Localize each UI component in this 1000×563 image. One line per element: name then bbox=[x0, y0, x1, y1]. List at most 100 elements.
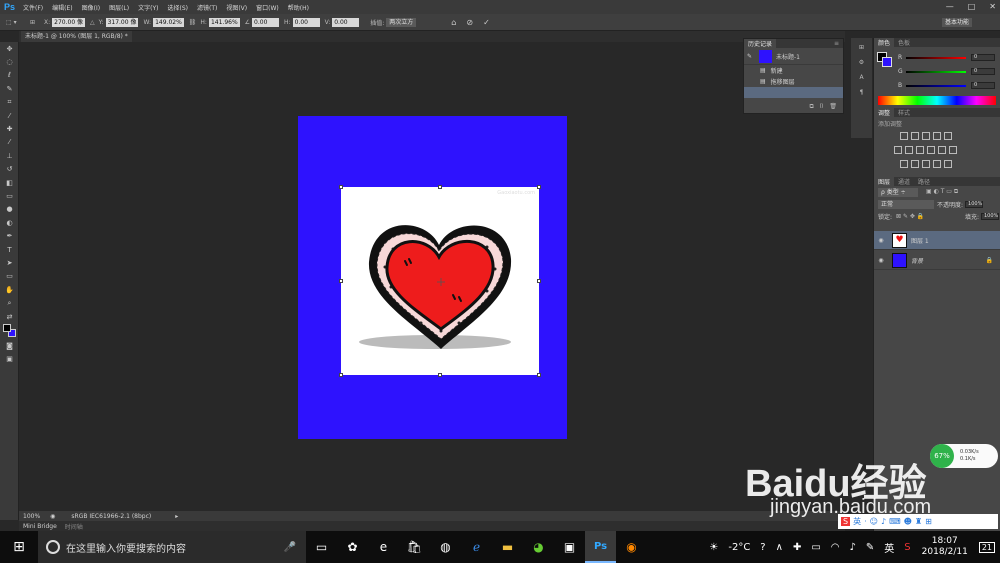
document-tab[interactable]: 未标题-1 @ 100% (图层 1, RGB/8) * bbox=[21, 31, 132, 42]
browser-app-icon[interactable]: ◍ bbox=[430, 531, 461, 563]
menu-edit[interactable]: 编辑(E) bbox=[52, 3, 72, 12]
file-explorer-icon[interactable]: ▬ bbox=[492, 531, 523, 563]
ime-indicator[interactable]: 英 bbox=[884, 540, 894, 555]
transform-handle[interactable] bbox=[537, 373, 541, 377]
lock-icons[interactable]: ⊠ ✎ ✥ 🔒 bbox=[896, 213, 924, 220]
ime-tools-icon[interactable]: ⊞ bbox=[925, 517, 932, 526]
blur-tool-icon[interactable]: ● bbox=[0, 203, 19, 216]
paragraph-panel-icon[interactable]: ¶ bbox=[851, 89, 872, 96]
tab-styles[interactable]: 样式 bbox=[894, 108, 914, 117]
history-snapshot[interactable]: ✎ 未标题-1 bbox=[744, 48, 843, 65]
ime-voice-icon[interactable]: ♪ bbox=[881, 517, 886, 526]
history-panel-icon[interactable]: ⊞ bbox=[851, 44, 872, 51]
zoom-level[interactable]: 100% bbox=[23, 513, 40, 520]
filter-type-select[interactable]: ρ 类型 ÷ bbox=[878, 187, 918, 197]
delta-icon[interactable]: △ bbox=[90, 19, 95, 26]
character-panel-icon[interactable]: A bbox=[851, 74, 872, 81]
commit-transform-icon[interactable]: ✓ bbox=[483, 18, 490, 27]
new-document-icon[interactable]: ⧉ bbox=[809, 103, 813, 111]
cancel-transform-icon[interactable]: ⊘ bbox=[466, 18, 473, 27]
sogou-tray-icon[interactable]: S bbox=[904, 542, 910, 553]
opacity-field[interactable]: 100% bbox=[965, 200, 984, 208]
menu-filter[interactable]: 滤镜(T) bbox=[197, 3, 217, 12]
width-field[interactable]: 149.02% bbox=[153, 17, 184, 27]
transform-handle[interactable] bbox=[339, 185, 343, 189]
sogou-logo-icon[interactable]: S bbox=[841, 517, 851, 526]
visibility-eye-icon[interactable]: ◉ bbox=[874, 237, 888, 244]
hskew-field[interactable]: 0.00 bbox=[292, 17, 320, 27]
layer-1-image[interactable]: Gaoxiaotu.com bbox=[339, 185, 541, 377]
angle-field[interactable]: 0.00 bbox=[252, 17, 280, 27]
history-brush-icon[interactable]: ↺ bbox=[0, 163, 19, 176]
tab-swatches[interactable]: 色板 bbox=[894, 38, 914, 47]
menu-image[interactable]: 图像(I) bbox=[82, 3, 100, 12]
tab-color[interactable]: 颜色 bbox=[874, 38, 895, 47]
hand-tool-icon[interactable]: ✋ bbox=[0, 283, 19, 296]
trash-icon[interactable]: 🗑 bbox=[829, 103, 837, 111]
screen-mode-icon[interactable]: ▣ bbox=[0, 353, 19, 366]
quick-select-tool-icon[interactable]: ✎ bbox=[0, 82, 19, 95]
crop-tool-icon[interactable]: ⌗ bbox=[0, 96, 19, 109]
quick-mask-icon[interactable]: ◙ bbox=[0, 339, 19, 352]
posterize-icon[interactable] bbox=[911, 160, 919, 168]
color-spectrum[interactable] bbox=[878, 96, 996, 105]
menu-select[interactable]: 选择(S) bbox=[167, 3, 188, 12]
photo-filter-icon[interactable] bbox=[927, 146, 935, 154]
status-menu-arrow-icon[interactable]: ▸ bbox=[175, 513, 178, 520]
menu-type[interactable]: 文字(Y) bbox=[138, 3, 158, 12]
shape-tool-icon[interactable]: ▭ bbox=[0, 270, 19, 283]
network-icon[interactable]: ◠ bbox=[831, 542, 840, 553]
brightness-icon[interactable] bbox=[900, 132, 908, 140]
pen-tool-icon[interactable]: ✒ bbox=[0, 229, 19, 242]
ime-user-icon[interactable]: ☻ bbox=[904, 517, 912, 526]
history-item-current[interactable] bbox=[744, 87, 843, 98]
foreground-color-swatch[interactable] bbox=[3, 324, 11, 333]
camera-icon[interactable]: ⌷ bbox=[820, 103, 824, 111]
layer-row[interactable]: ◉ ♥ 图层 1 bbox=[874, 231, 1000, 250]
zoom-tool-icon[interactable]: ⌕ bbox=[0, 296, 19, 309]
eraser-tool-icon[interactable]: ◧ bbox=[0, 176, 19, 189]
reference-point-icon[interactable]: ⊞ bbox=[30, 19, 44, 26]
color-balance-icon[interactable] bbox=[905, 146, 913, 154]
ime-english-icon[interactable]: 英 bbox=[853, 516, 861, 527]
filter-icons[interactable]: ▣ ◐ T ▭ ⧉ bbox=[926, 188, 958, 196]
visibility-eye-icon[interactable]: ◉ bbox=[874, 257, 888, 264]
tab-paths[interactable]: 路径 bbox=[914, 177, 934, 186]
gradient-map-icon[interactable] bbox=[944, 160, 952, 168]
ime-emoji-icon[interactable]: ☺ bbox=[870, 517, 878, 526]
blend-mode-select[interactable]: 正常 bbox=[878, 199, 934, 209]
transform-handle[interactable] bbox=[537, 185, 541, 189]
green-slider[interactable] bbox=[906, 70, 966, 73]
stamp-tool-icon[interactable]: ⊥ bbox=[0, 149, 19, 162]
taskbar-search[interactable]: 在这里输入你要搜索的内容 🎤 bbox=[38, 531, 306, 563]
clock[interactable]: 18:07 2018/2/11 bbox=[922, 536, 968, 558]
tab-history[interactable]: 历史记录 bbox=[744, 39, 777, 48]
lasso-tool-icon[interactable]: ℓ bbox=[0, 69, 19, 82]
ime-skin-icon[interactable]: ♜ bbox=[915, 517, 922, 526]
layer-row[interactable]: ◉ 背景 🔒 bbox=[874, 251, 1000, 270]
background-color-swatch[interactable] bbox=[882, 57, 892, 67]
y-field[interactable]: 317.00 像 bbox=[105, 17, 139, 27]
gradient-tool-icon[interactable]: ▭ bbox=[0, 189, 19, 202]
tab-channels[interactable]: 通道 bbox=[894, 177, 914, 186]
channel-mixer-icon[interactable] bbox=[938, 146, 946, 154]
move-tool-icon[interactable]: ✥ bbox=[0, 42, 19, 55]
ie-browser-icon[interactable]: ℯ bbox=[461, 531, 492, 563]
dodge-tool-icon[interactable]: ◐ bbox=[0, 216, 19, 229]
menu-view[interactable]: 视图(V) bbox=[226, 3, 247, 12]
menu-layer[interactable]: 图层(L) bbox=[109, 3, 129, 12]
tab-timeline[interactable]: 时间轴 bbox=[65, 522, 83, 531]
blue-value[interactable]: 0 bbox=[971, 82, 995, 89]
microphone-icon[interactable]: 🎤 bbox=[284, 542, 296, 553]
help-icon[interactable]: ? bbox=[760, 542, 765, 553]
height-field[interactable]: 141.96% bbox=[208, 17, 240, 27]
warp-icon[interactable]: ⌂ bbox=[451, 18, 456, 27]
type-tool-icon[interactable]: T bbox=[0, 243, 19, 256]
brush-tool-icon[interactable]: ⁄ bbox=[0, 136, 19, 149]
eyedropper-tool-icon[interactable]: ⁄ bbox=[0, 109, 19, 122]
properties-panel-icon[interactable]: ⚙ bbox=[851, 59, 872, 66]
pinwheel-app-icon[interactable]: ✿ bbox=[337, 531, 368, 563]
vskew-field[interactable]: 0.00 bbox=[332, 17, 360, 27]
photo-app-icon[interactable]: ▣ bbox=[554, 531, 585, 563]
link-icon[interactable]: ⛓ bbox=[189, 19, 197, 26]
